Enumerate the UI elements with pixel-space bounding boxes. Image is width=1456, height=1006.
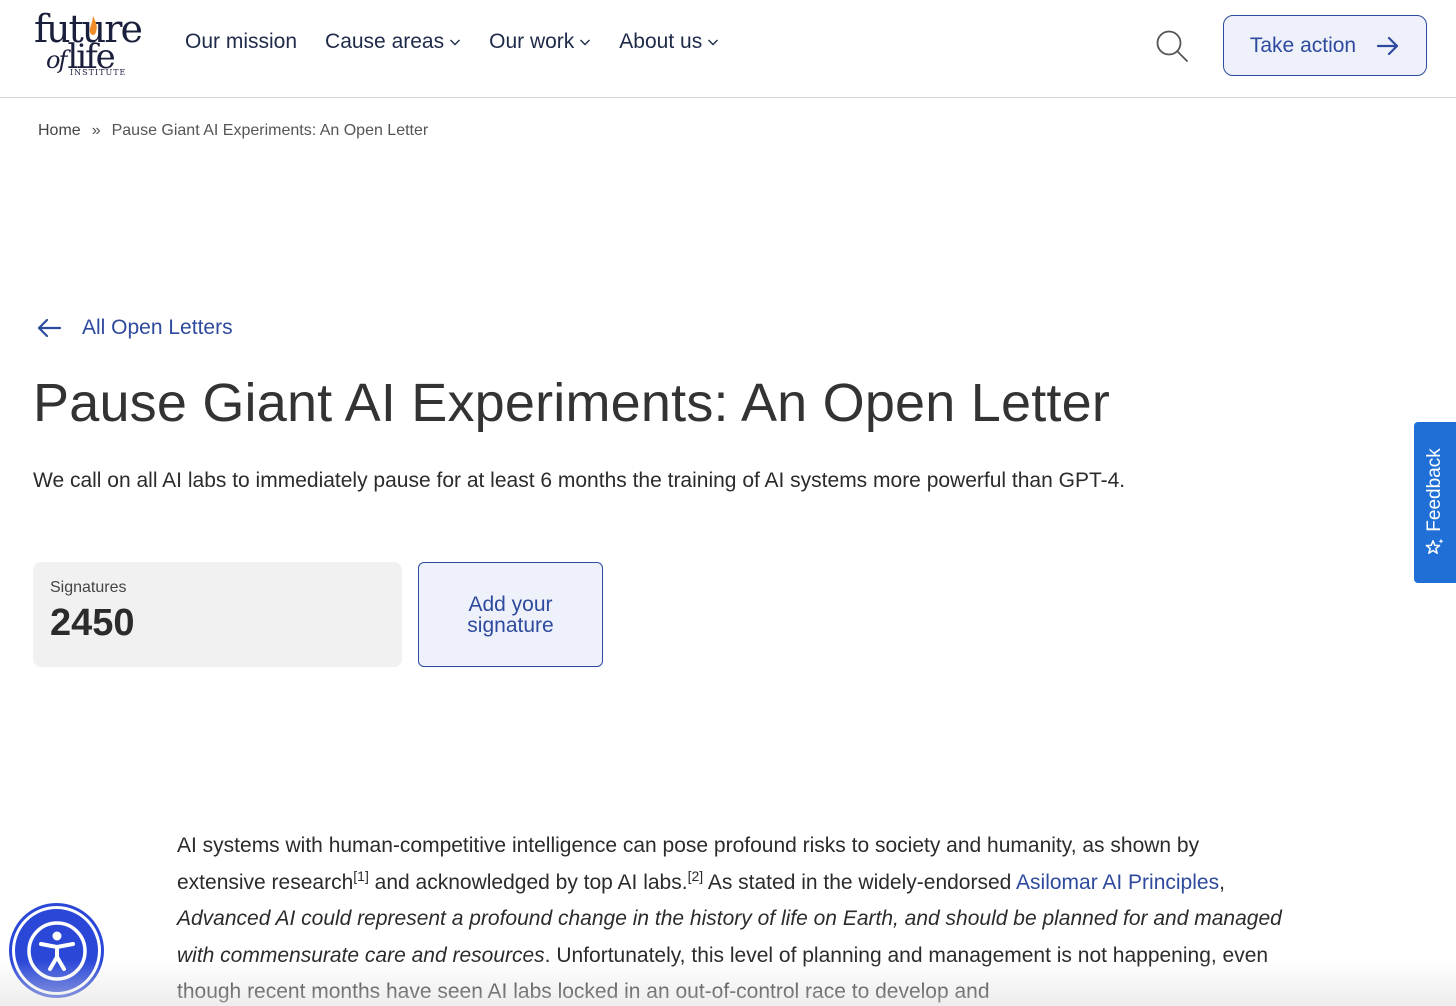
flame-icon [89, 16, 97, 35]
feedback-tab-content: Feedback [1424, 448, 1446, 557]
feedback-label: Feedback [1424, 447, 1445, 532]
all-open-letters-link[interactable]: All Open Letters [36, 316, 233, 340]
asilomar-principles-link[interactable]: Asilomar AI Principles [1016, 871, 1219, 894]
take-action-label: Take action [1249, 33, 1357, 57]
body-text-segment: As stated in the widely-endorsed [703, 870, 1017, 894]
nav-item-about-us[interactable]: About us [619, 30, 719, 54]
signatures-label: Signatures [50, 579, 127, 596]
nav-item-our-mission[interactable]: Our mission [185, 30, 297, 54]
nav-item-label: About us [619, 30, 703, 53]
body-text-segment: , [1219, 870, 1225, 894]
logo-text-institute: INSTITUTE [70, 68, 127, 77]
nav-item-our-work[interactable]: Our work [489, 30, 591, 54]
nav-item-label: Our mission [185, 30, 298, 53]
feedback-tab[interactable]: Feedback [1414, 422, 1456, 583]
breadcrumb-home-link[interactable]: Home [38, 122, 81, 140]
add-signature-button[interactable]: Add your signature [418, 562, 603, 667]
fli-logo[interactable]: future oflife INSTITUTE [34, 10, 143, 80]
arrow-right-icon [1377, 36, 1399, 55]
arrow-left-icon [37, 318, 62, 338]
footnote-ref-1[interactable]: [1] [353, 868, 369, 884]
accessibility-button[interactable] [12, 906, 101, 995]
main-nav: Our mission Cause areas Our work About u… [185, 30, 747, 54]
signatures-count: 2450 [50, 602, 135, 644]
add-signature-label: Add your signature [467, 592, 554, 637]
chevron-down-icon [580, 39, 591, 46]
take-action-button[interactable]: Take action [1223, 15, 1427, 76]
breadcrumb: Home » Pause Giant AI Experiments: An Op… [38, 122, 428, 140]
body-text-segment: and acknowledged by top AI labs. [368, 870, 688, 894]
chevron-down-icon [450, 39, 461, 46]
sparkle-star-icon [1425, 538, 1444, 554]
site-header: future oflife INSTITUTE Our mission Caus… [0, 0, 1456, 98]
page-subtitle: We call on all AI labs to immediately pa… [33, 469, 1126, 492]
signatures-counter: Signatures 2450 [33, 562, 402, 667]
back-link-label: All Open Letters [82, 316, 233, 339]
page-title: Pause Giant AI Experiments: An Open Lett… [33, 373, 1111, 433]
breadcrumb-current: Pause Giant AI Experiments: An Open Lett… [111, 122, 429, 139]
logo-text-of: of [46, 46, 67, 74]
accessibility-person-icon [26, 920, 87, 981]
nav-item-label: Cause areas [325, 30, 445, 53]
letter-body-paragraph: AI systems with human-competitive intell… [177, 828, 1287, 1006]
nav-item-label: Our work [489, 30, 575, 53]
breadcrumb-separator: » [91, 122, 101, 139]
search-icon[interactable] [1154, 28, 1190, 64]
chevron-down-icon [708, 39, 719, 46]
nav-item-cause-areas[interactable]: Cause areas [325, 30, 461, 54]
footnote-ref-2[interactable]: [2] [688, 868, 704, 884]
